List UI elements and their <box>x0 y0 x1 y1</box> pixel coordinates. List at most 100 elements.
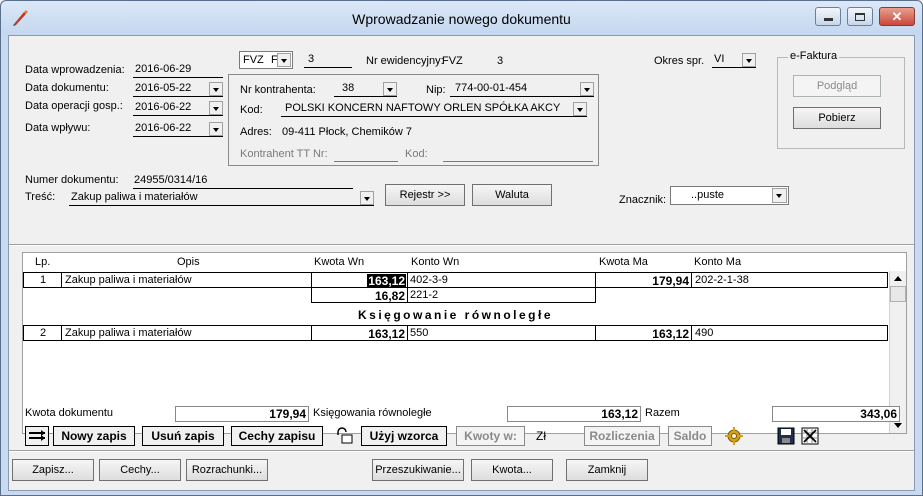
znacznik-label: Znacznik: <box>619 194 667 206</box>
table-row-1-konto-ma[interactable]: 202-2-1-38 <box>691 272 888 288</box>
doc-number-field[interactable]: 3 <box>304 53 352 68</box>
table-row-1-kwota-ma[interactable]: 179,94 <box>595 272 692 288</box>
rozliczenia-button[interactable]: Rozliczenia <box>584 426 660 446</box>
row-1-opis-value: Zakup paliwa i materiałów <box>65 274 192 286</box>
tt-kod-field[interactable] <box>443 147 593 162</box>
tresc-label: Treść: <box>25 191 56 203</box>
okres-value: VI <box>714 53 725 65</box>
usun-zapis-button[interactable]: Usuń zapis <box>142 426 224 446</box>
waluta-button[interactable]: Waluta <box>472 184 552 206</box>
ksiegowania-label: Księgowania równoległe <box>313 407 432 419</box>
efaktura-group <box>777 57 905 149</box>
nr-ewidencyjny-num: 3 <box>497 55 504 67</box>
nr-kontrahenta-label: Nr kontrahenta: <box>240 84 316 96</box>
window-title: Wprowadzanie nowego dokumentu <box>352 11 571 27</box>
chevron-down-icon[interactable] <box>209 82 223 96</box>
chevron-down-icon[interactable] <box>573 102 587 116</box>
chevron-down-icon[interactable] <box>209 122 223 136</box>
lock-icon[interactable] <box>334 427 354 445</box>
scroll-thumb[interactable] <box>890 286 906 302</box>
doc-type-dropdown[interactable]: FVZ F <box>239 51 293 69</box>
uzyj-wzorca-button[interactable]: Użyj wzorca <box>361 426 447 446</box>
cancel-grid-icon[interactable] <box>801 427 819 445</box>
table-row-2-opis[interactable]: Zakup paliwa i materiałów <box>61 325 312 341</box>
nr-ewidencyjny-label: Nr ewidencyjny: <box>366 55 444 67</box>
kwoty-w-button[interactable]: Kwoty w: <box>456 426 525 446</box>
col-header-kwota-wn: Kwota Wn <box>314 256 365 268</box>
tt-label: Kontrahent TT Nr: <box>240 148 328 160</box>
ksiegowania-field: 163,12 <box>507 406 641 422</box>
minimize-button[interactable] <box>815 7 841 26</box>
close-button[interactable]: ✕ <box>879 7 915 26</box>
nip-dropdown[interactable]: 774-00-01-454 <box>450 82 594 97</box>
kod-value: POLSKI KONCERN NAFTOWY ORLEN SPÓŁKA AKCY <box>285 102 561 114</box>
arrows-button[interactable] <box>25 426 49 446</box>
okres-dropdown[interactable]: VI <box>712 53 756 68</box>
table-row-2-kwota-ma[interactable]: 163,12 <box>595 325 692 341</box>
table-row-2-kwota-wn[interactable]: 163,12 <box>311 325 408 341</box>
numer-dokumentu-value: 24955/0314/16 <box>134 174 208 186</box>
table-row-1b-kwota-wn[interactable]: 16,82 <box>311 287 408 303</box>
chevron-down-icon[interactable] <box>772 188 787 203</box>
zamknij-button[interactable]: Zamknij <box>566 459 648 481</box>
cechy-button[interactable]: Cechy... <box>99 459 181 481</box>
save-disk-icon[interactable] <box>777 427 795 445</box>
scroll-up-icon[interactable] <box>890 271 906 286</box>
data-wprowadzenia-field[interactable]: 2016-06-29 <box>133 63 223 78</box>
chevron-down-icon[interactable] <box>360 191 374 205</box>
nip-label: Nip: <box>426 84 446 96</box>
row-2-lp-value: 2 <box>40 327 47 339</box>
maximize-button[interactable] <box>847 7 873 26</box>
nowy-zapis-button[interactable]: Nowy zapis <box>53 426 135 446</box>
currency-label: Zł <box>536 429 546 443</box>
kwota-button[interactable]: Kwota... <box>471 459 553 481</box>
table-row-2-lp[interactable]: 2 <box>23 325 62 341</box>
kod-dropdown[interactable]: POLSKI KONCERN NAFTOWY ORLEN SPÓŁKA AKCY <box>281 102 587 117</box>
data-operacji-dropdown[interactable]: 2016-06-22 <box>133 101 223 116</box>
nr-ewidencyjny-value: FVZ <box>442 55 463 67</box>
przeszukiwanie-button[interactable]: Przeszukiwanie... <box>372 459 464 481</box>
numer-dokumentu-field[interactable]: 24955/0314/16 <box>133 174 353 189</box>
row-2-kwota-wn-value: 163,12 <box>368 327 405 341</box>
znacznik-dropdown[interactable]: ..puste <box>670 186 789 205</box>
col-header-kwota-ma: Kwota Ma <box>599 256 648 268</box>
table-row-1-opis[interactable]: Zakup paliwa i materiałów <box>61 272 312 288</box>
chevron-down-icon[interactable] <box>580 82 594 96</box>
adres-value: 09-411 Płock, Chemików 7 <box>282 126 413 138</box>
data-dokumentu-dropdown[interactable]: 2016-05-22 <box>133 82 223 97</box>
row-2-kwota-ma-value: 163,12 <box>652 327 689 341</box>
rozrachunki-button[interactable]: Rozrachunki... <box>186 459 268 481</box>
chevron-down-icon[interactable] <box>742 53 756 67</box>
table-row-1-lp[interactable]: 1 <box>23 272 62 288</box>
close-icon: ✕ <box>891 9 903 24</box>
dialog-client-area: Data wprowadzenia: 2016-06-29 Data dokum… <box>8 35 915 491</box>
saldo-button[interactable]: Saldo <box>668 426 712 446</box>
table-row-1b-konto-wn[interactable]: 221-2 <box>407 287 596 303</box>
row-1-lp-value: 1 <box>40 274 47 286</box>
tresc-dropdown[interactable]: Zakup paliwa i materiałów <box>69 191 374 206</box>
row-1-konto-ma-value: 202-2-1-38 <box>695 274 749 286</box>
chevron-down-icon[interactable] <box>277 53 291 67</box>
podglad-button[interactable]: Podgląd <box>793 75 881 97</box>
doc-number-value: 3 <box>308 53 315 65</box>
table-row-2-konto-wn[interactable]: 550 <box>407 325 596 341</box>
row-2-opis-value: Zakup paliwa i materiałów <box>65 327 192 339</box>
table-row-1-kwota-wn[interactable]: 163,12 <box>311 272 408 288</box>
table-row-1-konto-wn[interactable]: 402-3-9 <box>407 272 596 288</box>
rejestr-button[interactable]: Rejestr >> <box>385 184 465 206</box>
tt-kod-label: Kod: <box>405 148 428 160</box>
row-1-kwota-wn-value: 163,12 <box>367 274 406 288</box>
pobierz-button[interactable]: Pobierz <box>793 107 881 129</box>
table-row-2-konto-ma[interactable]: 490 <box>691 325 888 341</box>
data-dokumentu-label: Data dokumentu: <box>25 82 109 94</box>
data-wplywu-dropdown[interactable]: 2016-06-22 <box>133 122 223 137</box>
nr-kontrahenta-dropdown[interactable]: 38 <box>334 82 397 97</box>
tt-nr-field[interactable] <box>334 147 398 162</box>
okres-label: Okres spr. <box>654 55 705 67</box>
chevron-down-icon[interactable] <box>383 82 397 96</box>
chevron-down-icon[interactable] <box>209 101 223 115</box>
settings-gear-icon[interactable] <box>724 426 744 446</box>
cechy-zapisu-button[interactable]: Cechy zapisu <box>231 426 323 446</box>
zapisz-button[interactable]: Zapisz... <box>12 459 94 481</box>
title-bar[interactable]: Wprowadzanie nowego dokumentu ✕ <box>1 1 922 35</box>
